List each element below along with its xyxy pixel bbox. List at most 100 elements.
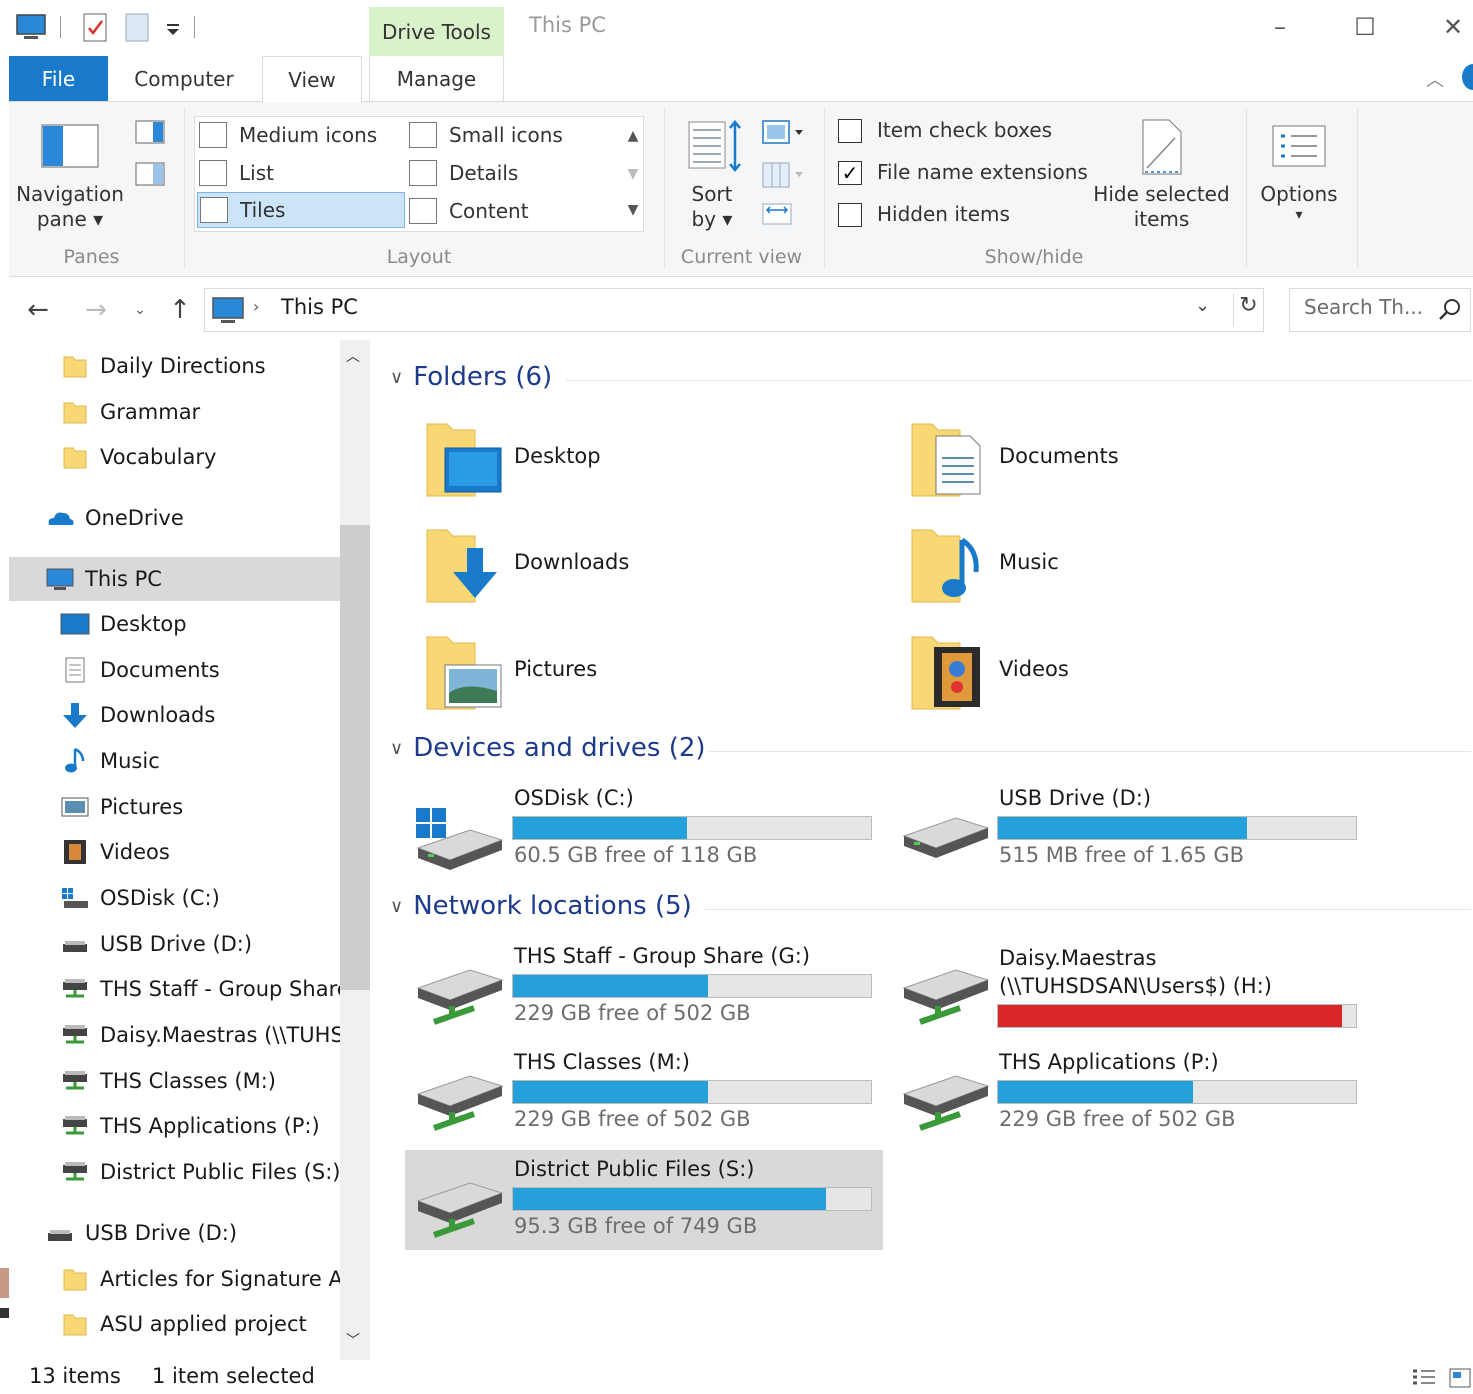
options-dropdown-arrow[interactable]: ▾ bbox=[1249, 207, 1349, 223]
pictures-folder-icon[interactable] bbox=[425, 631, 503, 715]
breadcrumb-chevron-icon[interactable]: › bbox=[253, 297, 259, 316]
search-icon[interactable] bbox=[1438, 297, 1462, 323]
nav-item-pictures[interactable]: Pictures bbox=[60, 785, 340, 829]
layout-details[interactable]: Details bbox=[409, 155, 609, 191]
nav-item-usb-drive[interactable]: USB Drive (D:) bbox=[60, 922, 340, 966]
address-path[interactable]: This PC bbox=[281, 295, 358, 319]
details-pane-icon[interactable] bbox=[135, 162, 165, 186]
layout-content[interactable]: Content bbox=[409, 193, 609, 229]
folder-name[interactable]: Pictures bbox=[514, 657, 597, 681]
minimize-button[interactable]: – bbox=[1255, 8, 1305, 46]
sort-by-icon[interactable] bbox=[687, 118, 745, 174]
layout-list[interactable]: List bbox=[199, 155, 399, 191]
forward-arrow-icon[interactable]: → bbox=[76, 288, 116, 332]
drive-name-path[interactable]: (\\TUHSDSAN\Users$) (H:) bbox=[999, 972, 1272, 1000]
navigation-pane-button[interactable]: Navigation bbox=[13, 182, 127, 206]
customize-qat-icon[interactable] bbox=[160, 10, 194, 44]
nav-item-downloads[interactable]: Downloads bbox=[60, 693, 340, 737]
folder-name[interactable]: Videos bbox=[999, 657, 1069, 681]
layout-medium-icons[interactable]: Medium icons bbox=[199, 117, 399, 153]
layout-tiles[interactable]: Tiles bbox=[197, 192, 405, 228]
hide-selected-items-button-line2[interactable]: items bbox=[1089, 207, 1234, 231]
layout-scroll-down-icon[interactable]: ▼ bbox=[621, 156, 645, 192]
nav-item-onedrive[interactable]: OneDrive bbox=[45, 496, 340, 540]
folder-name[interactable]: Documents bbox=[999, 444, 1119, 468]
nav-pane-scrollbar[interactable]: ︿ ﹀ bbox=[340, 340, 370, 1360]
drive-name[interactable]: USB Drive (D:) bbox=[999, 784, 1151, 812]
drive-name[interactable]: Daisy.Maestras bbox=[999, 944, 1156, 972]
nav-item-ths-applications[interactable]: THS Applications (P:) bbox=[60, 1104, 340, 1148]
nav-item-ths-staff[interactable]: THS Staff - Group Share bbox=[60, 967, 340, 1011]
folders-section-header[interactable]: ∨ Folders (6) bbox=[390, 362, 552, 392]
address-bar[interactable]: › This PC ⌄ ↻ bbox=[204, 288, 1264, 332]
windows-drive-icon[interactable] bbox=[414, 800, 504, 870]
nav-item-osdisk[interactable]: OSDisk (C:) bbox=[60, 876, 340, 920]
nav-item-articles-for-signature[interactable]: Articles for Signature As bbox=[60, 1257, 340, 1301]
maximize-button[interactable]: ☐ bbox=[1340, 8, 1390, 46]
desktop-folder-icon[interactable] bbox=[425, 418, 503, 502]
network-drive-icon[interactable] bbox=[414, 1068, 504, 1138]
videos-folder-icon[interactable] bbox=[910, 631, 988, 715]
new-folder-icon[interactable] bbox=[120, 10, 154, 44]
refresh-icon[interactable]: ↻ bbox=[1233, 293, 1263, 327]
nav-item-vocabulary[interactable]: Vocabulary bbox=[60, 435, 340, 479]
this-pc-icon[interactable] bbox=[14, 10, 48, 44]
nav-item-music[interactable]: Music bbox=[60, 739, 340, 783]
properties-icon[interactable] bbox=[78, 10, 112, 44]
nav-item-grammar[interactable]: Grammar bbox=[60, 390, 340, 434]
music-folder-icon[interactable] bbox=[910, 524, 988, 608]
layout-expand-icon[interactable]: ▼ bbox=[621, 192, 645, 228]
nav-item-asu-applied-project[interactable]: ASU applied project bbox=[60, 1302, 340, 1346]
large-icons-view-icon[interactable] bbox=[1448, 1366, 1472, 1390]
collapse-chevron-icon[interactable]: ∨ bbox=[390, 738, 403, 759]
item-check-boxes-checkbox[interactable] bbox=[838, 119, 862, 143]
folder-name[interactable]: Music bbox=[999, 550, 1059, 574]
close-button[interactable]: ✕ bbox=[1428, 8, 1473, 46]
details-view-icon[interactable] bbox=[1410, 1366, 1438, 1390]
drive-name[interactable]: THS Applications (P:) bbox=[999, 1048, 1219, 1076]
drive-name[interactable]: THS Staff - Group Share (G:) bbox=[514, 942, 810, 970]
back-arrow-icon[interactable]: ← bbox=[18, 288, 58, 332]
navigation-pane-button-line2[interactable]: pane ▾ bbox=[13, 207, 127, 231]
add-columns-icon[interactable] bbox=[761, 160, 807, 190]
drive-icon[interactable] bbox=[900, 800, 990, 870]
network-drive-icon[interactable] bbox=[414, 962, 504, 1032]
preview-pane-icon[interactable] bbox=[135, 120, 165, 144]
hide-selected-items-button[interactable]: Hide selected bbox=[1089, 182, 1234, 206]
downloads-folder-icon[interactable] bbox=[425, 524, 503, 608]
nav-item-this-pc[interactable]: This PC bbox=[9, 557, 340, 601]
nav-item-usb-drive-root[interactable]: USB Drive (D:) bbox=[45, 1211, 340, 1255]
nav-item-desktop[interactable]: Desktop bbox=[60, 602, 340, 646]
search-box[interactable] bbox=[1289, 288, 1471, 332]
scroll-down-icon[interactable]: ﹀ bbox=[346, 1330, 360, 1350]
folder-name[interactable]: Desktop bbox=[514, 444, 601, 468]
network-drive-icon[interactable] bbox=[414, 1175, 504, 1245]
layout-small-icons[interactable]: Small icons bbox=[409, 117, 609, 153]
drive-name[interactable]: OSDisk (C:) bbox=[514, 784, 634, 812]
navigation-pane-icon[interactable] bbox=[41, 124, 99, 168]
nav-item-ths-classes[interactable]: THS Classes (M:) bbox=[60, 1059, 340, 1103]
nav-item-videos[interactable]: Videos bbox=[60, 830, 340, 874]
nav-item-district-public-files[interactable]: District Public Files (S:) bbox=[60, 1150, 340, 1194]
network-section-header[interactable]: ∨ Network locations (5) bbox=[390, 891, 692, 921]
sort-by-button-line2[interactable]: by ▾ bbox=[675, 207, 749, 231]
scroll-up-icon[interactable]: ︿ bbox=[346, 346, 360, 366]
nav-item-daisy-maestras[interactable]: Daisy.Maestras (\\TUHS bbox=[60, 1013, 340, 1057]
file-name-extensions-checkbox[interactable]: ✓ bbox=[838, 161, 862, 185]
drive-name[interactable]: THS Classes (M:) bbox=[514, 1048, 690, 1076]
documents-folder-icon[interactable] bbox=[910, 418, 988, 502]
sort-by-button[interactable]: Sort bbox=[675, 182, 749, 206]
collapse-chevron-icon[interactable]: ∨ bbox=[390, 367, 403, 388]
recent-locations-chevron-icon[interactable]: ⌄ bbox=[126, 288, 154, 332]
nav-item-documents[interactable]: Documents bbox=[60, 648, 340, 692]
collapse-chevron-icon[interactable]: ∨ bbox=[390, 896, 403, 917]
nav-pane-scrollbar-thumb[interactable] bbox=[340, 525, 370, 990]
hidden-items-checkbox[interactable] bbox=[838, 203, 862, 227]
tab-computer[interactable]: Computer bbox=[108, 56, 260, 102]
network-drive-icon[interactable] bbox=[900, 1068, 990, 1138]
options-icon[interactable] bbox=[1271, 124, 1327, 168]
network-drive-icon[interactable] bbox=[900, 962, 990, 1032]
layout-scroll-up-icon[interactable]: ▲ bbox=[621, 118, 645, 154]
hide-selected-items-icon[interactable] bbox=[1139, 118, 1185, 176]
drive-name[interactable]: District Public Files (S:) bbox=[514, 1155, 754, 1183]
